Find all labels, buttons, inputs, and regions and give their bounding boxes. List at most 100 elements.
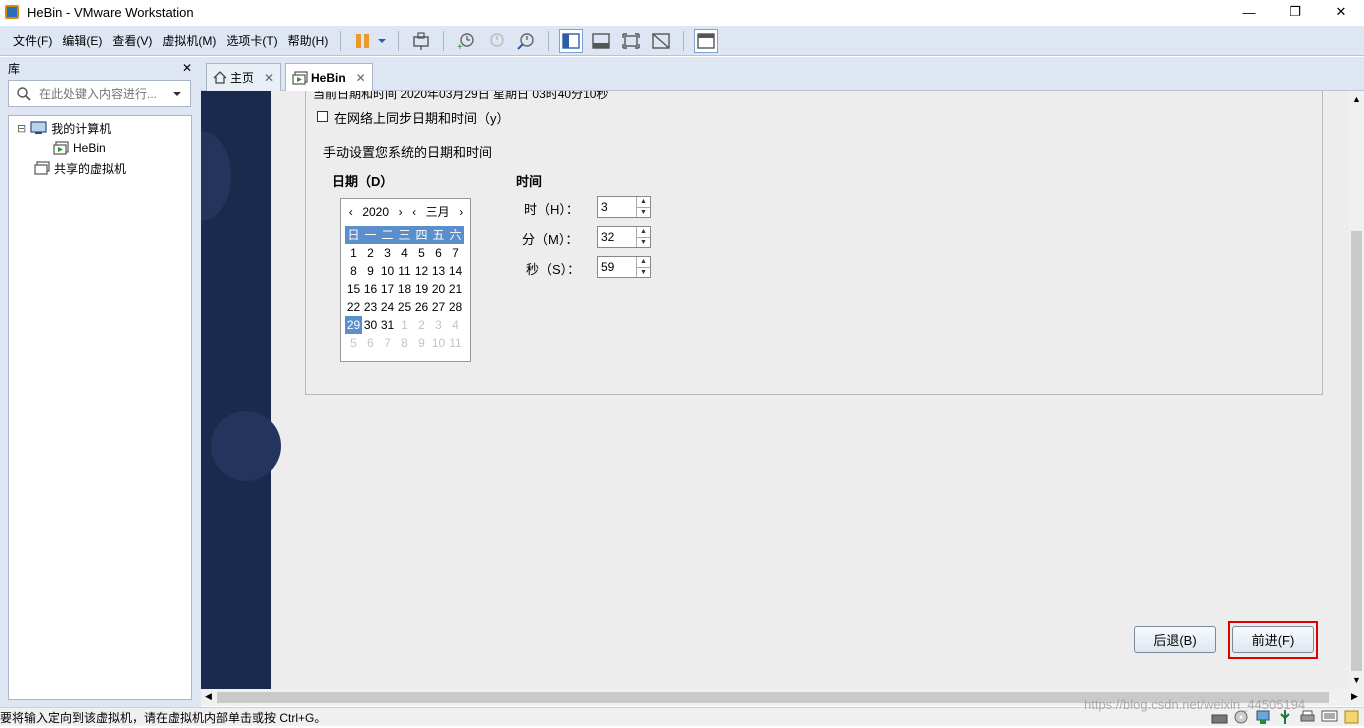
- hour-up-icon[interactable]: ▲: [637, 197, 650, 208]
- calendar-day[interactable]: 7: [379, 334, 396, 352]
- calendar-day[interactable]: 5: [413, 244, 430, 262]
- second-input[interactable]: [598, 257, 636, 277]
- calendar-day[interactable]: 3: [379, 244, 396, 262]
- calendar-day[interactable]: 5: [345, 334, 362, 352]
- second-down-icon[interactable]: ▼: [637, 268, 650, 278]
- minimize-button[interactable]: —: [1226, 0, 1272, 24]
- calendar-day[interactable]: 4: [396, 244, 413, 262]
- close-window-button[interactable]: ✕: [1318, 0, 1364, 24]
- show-library-icon[interactable]: [559, 28, 584, 53]
- maximize-button[interactable]: ❐: [1272, 0, 1318, 24]
- calendar-day[interactable]: 27: [430, 298, 447, 316]
- hard-disk-icon[interactable]: [1211, 709, 1228, 725]
- tab-vm-close-icon[interactable]: ✕: [356, 71, 366, 85]
- calendar-day[interactable]: 7: [447, 244, 464, 262]
- hour-spinner[interactable]: ▲▼: [597, 196, 651, 218]
- calendar-day[interactable]: 8: [345, 262, 362, 280]
- printer-icon[interactable]: [1299, 709, 1316, 725]
- tree-item-my-computer[interactable]: ⊟ 我的计算机: [17, 119, 111, 137]
- pause-dropdown-icon[interactable]: [376, 29, 388, 53]
- calendar-day[interactable]: 2: [362, 244, 379, 262]
- full-screen-icon[interactable]: [619, 29, 643, 53]
- calendar-day[interactable]: 8: [396, 334, 413, 352]
- calendar-day[interactable]: 4: [447, 316, 464, 334]
- display-icon[interactable]: [1321, 709, 1338, 725]
- calendar-day[interactable]: 24: [379, 298, 396, 316]
- minute-spinner[interactable]: ▲▼: [597, 226, 651, 248]
- calendar-day-selected[interactable]: 29: [345, 316, 362, 334]
- calendar-day[interactable]: 28: [447, 298, 464, 316]
- calendar-day[interactable]: 18: [396, 280, 413, 298]
- calendar-day[interactable]: 6: [430, 244, 447, 262]
- calendar-day[interactable]: 30: [362, 316, 379, 334]
- calendar-day[interactable]: 25: [396, 298, 413, 316]
- menu-file[interactable]: 文件(F): [8, 26, 57, 56]
- calendar-day[interactable]: 31: [379, 316, 396, 334]
- calendar-day[interactable]: 10: [430, 334, 447, 352]
- minute-down-icon[interactable]: ▼: [637, 238, 650, 248]
- menu-tabs[interactable]: 选项卡(T): [221, 26, 282, 56]
- calendar-day[interactable]: 3: [430, 316, 447, 334]
- cd-dvd-icon[interactable]: [1233, 709, 1250, 725]
- tab-home-close-icon[interactable]: ✕: [264, 71, 274, 85]
- send-ctrl-alt-del-icon[interactable]: [409, 29, 433, 53]
- hour-input[interactable]: [598, 197, 636, 217]
- second-up-icon[interactable]: ▲: [637, 257, 650, 268]
- unity-icon[interactable]: [649, 29, 673, 53]
- calendar-day[interactable]: 11: [447, 334, 464, 352]
- calendar-day[interactable]: 1: [396, 316, 413, 334]
- vertical-scrollbar[interactable]: ▲ ▼: [1349, 91, 1364, 689]
- revert-snapshot-icon[interactable]: [484, 29, 508, 53]
- take-snapshot-icon[interactable]: +: [454, 29, 478, 53]
- message-icon[interactable]: [1343, 709, 1360, 725]
- calendar-day[interactable]: 20: [430, 280, 447, 298]
- prev-year-button[interactable]: ‹: [349, 205, 353, 219]
- calendar-day[interactable]: 2: [413, 316, 430, 334]
- calendar-day[interactable]: 12: [413, 262, 430, 280]
- console-view-icon[interactable]: [694, 28, 719, 53]
- menu-view[interactable]: 查看(V): [107, 26, 157, 56]
- network-adapter-icon[interactable]: [1255, 709, 1272, 725]
- tab-vm-hebin[interactable]: HeBin ✕: [285, 63, 373, 92]
- back-button[interactable]: 后退(B): [1134, 626, 1216, 653]
- calendar-day[interactable]: 13: [430, 262, 447, 280]
- calendar-day[interactable]: 15: [345, 280, 362, 298]
- calendar-day[interactable]: 9: [362, 262, 379, 280]
- prev-month-button[interactable]: ‹: [412, 205, 416, 219]
- scroll-left-icon[interactable]: ◀: [205, 691, 212, 702]
- hour-down-icon[interactable]: ▼: [637, 208, 650, 218]
- second-spinner[interactable]: ▲▼: [597, 256, 651, 278]
- calendar-day[interactable]: 14: [447, 262, 464, 280]
- tree-item-vm-hebin[interactable]: HeBin: [53, 139, 106, 157]
- tab-home[interactable]: 主页 ✕: [206, 63, 282, 91]
- library-close-icon[interactable]: ✕: [182, 61, 192, 75]
- calendar-day[interactable]: 16: [362, 280, 379, 298]
- sync-network-checkbox[interactable]: [317, 111, 328, 122]
- calendar-day[interactable]: 6: [362, 334, 379, 352]
- calendar-day[interactable]: 9: [413, 334, 430, 352]
- scroll-down-icon[interactable]: ▼: [1352, 675, 1361, 685]
- library-search-box[interactable]: [8, 80, 191, 107]
- calendar-day[interactable]: 19: [413, 280, 430, 298]
- vm-console[interactable]: 当前日期和时间 2020年03月29日 星期日 03时40分10秒 在网络上同步…: [201, 91, 1349, 689]
- calendar-day[interactable]: 22: [345, 298, 362, 316]
- calendar-day[interactable]: 10: [379, 262, 396, 280]
- calendar-day[interactable]: 26: [413, 298, 430, 316]
- calendar-day[interactable]: 1: [345, 244, 362, 262]
- snapshot-manager-icon[interactable]: [514, 29, 538, 53]
- menu-vm[interactable]: 虚拟机(M): [157, 26, 221, 56]
- library-search-input[interactable]: [39, 86, 164, 101]
- sync-network-label[interactable]: 在网络上同步日期和时间（y）: [334, 108, 510, 127]
- calendar-day[interactable]: 21: [447, 280, 464, 298]
- scroll-right-icon[interactable]: ▶: [1351, 691, 1358, 702]
- menu-help[interactable]: 帮助(H): [283, 26, 334, 56]
- minute-input[interactable]: [598, 227, 636, 247]
- next-month-button[interactable]: ›: [459, 205, 463, 219]
- pause-icon[interactable]: [351, 29, 375, 53]
- next-year-button[interactable]: ›: [399, 205, 403, 219]
- calendar-day[interactable]: 11: [396, 262, 413, 280]
- scroll-up-icon[interactable]: ▲: [1352, 94, 1361, 104]
- thumbnail-bar-icon[interactable]: [589, 29, 613, 53]
- calendar-day[interactable]: 23: [362, 298, 379, 316]
- collapse-icon[interactable]: ⊟: [17, 122, 26, 135]
